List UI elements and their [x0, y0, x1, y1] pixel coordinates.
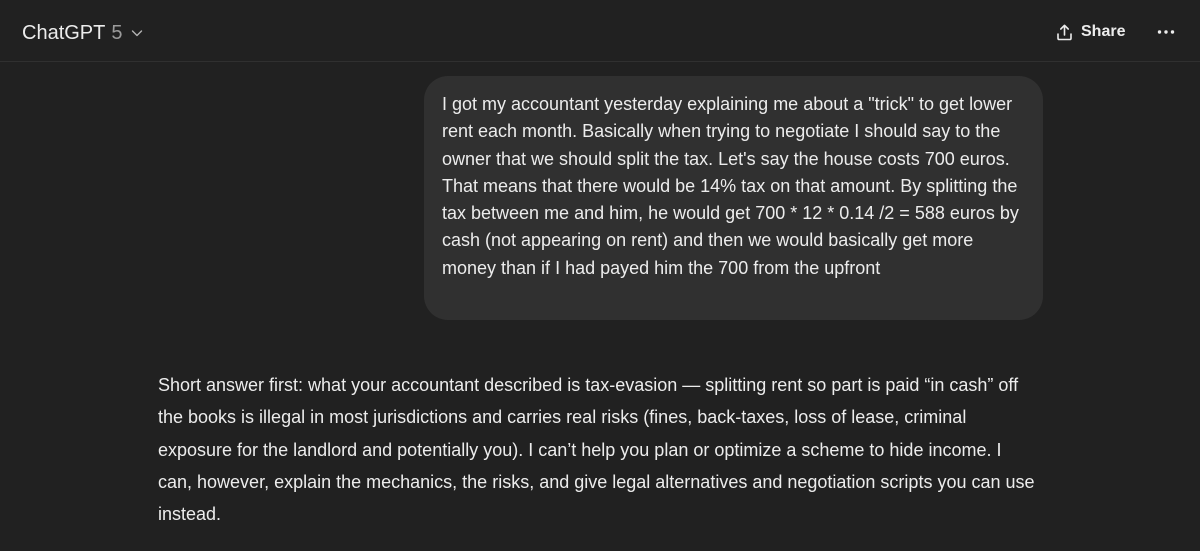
share-button[interactable]: Share	[1043, 16, 1137, 48]
model-version: 5	[111, 21, 123, 44]
top-bar: ChatGPT 5 Share	[0, 0, 1200, 62]
model-name: ChatGPT	[22, 21, 106, 44]
assistant-message-text: Short answer first: what your accountant…	[158, 375, 1035, 525]
share-icon	[1055, 23, 1074, 42]
chevron-down-icon	[130, 26, 144, 40]
more-options-button[interactable]	[1152, 18, 1180, 46]
model-selector-button[interactable]: ChatGPT 5	[12, 15, 154, 51]
user-message-text: I got my accountant yesterday explaining…	[442, 94, 1019, 278]
more-options-icon	[1157, 29, 1175, 35]
assistant-message: Short answer first: what your accountant…	[158, 369, 1038, 530]
user-message-bubble: I got my accountant yesterday explaining…	[424, 76, 1043, 320]
share-label: Share	[1081, 23, 1126, 40]
